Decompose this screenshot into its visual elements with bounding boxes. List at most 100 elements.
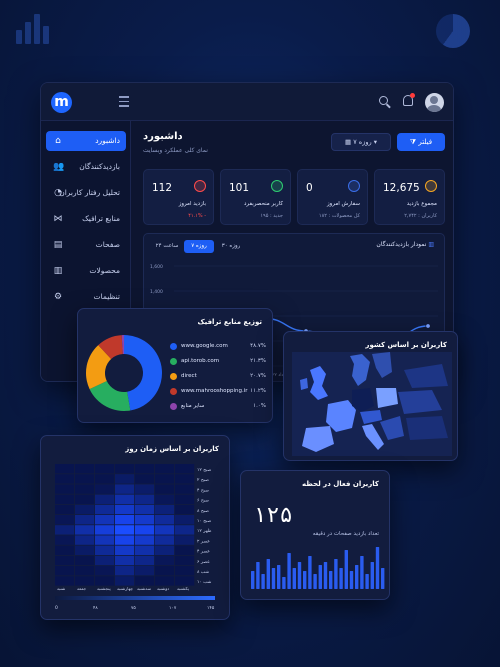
heat-cell <box>95 555 115 566</box>
background-bar-chart-icon <box>16 14 49 44</box>
heat-cell <box>95 545 115 555</box>
heat-cell <box>115 535 135 545</box>
sidebar-item-label: داشبورد <box>95 136 120 145</box>
range-tab-2[interactable]: ۷ روزه <box>184 240 214 253</box>
stat-label: کاربر منحصربفرد <box>243 201 283 207</box>
heat-cell <box>175 504 195 515</box>
heat-cell <box>155 464 175 474</box>
logo[interactable]: m <box>51 92 72 113</box>
country-map-title: کاربران بر اساس کشور <box>365 341 447 349</box>
heat-cell <box>155 525 175 535</box>
activity-bar <box>381 568 385 589</box>
stat-icon <box>194 180 206 192</box>
sidebar-item-6[interactable]: ▥ محصولات <box>46 261 126 281</box>
heat-row-label: ۲ صبح <box>197 478 209 483</box>
activity-bar <box>323 562 328 589</box>
time-heatmap: ۱۲ صبح ۲ صبح ۴ صبح ۶ صبح ۸ صبح ۱۰ صبح ۱۲ ظهر ۲ … <box>55 464 215 611</box>
heat-cell <box>55 494 75 504</box>
sidebar-item-5[interactable]: ▤ صفحات <box>46 235 126 255</box>
heat-cell <box>175 535 195 545</box>
legend-percent: ۱۱.۲% <box>250 388 266 394</box>
sidebar-item-label: تحلیل رفتار کاربران <box>59 188 120 197</box>
heat-cell <box>55 484 75 494</box>
heat-scale-label: ۱۴۵ <box>207 606 215 611</box>
heat-row-label: ۲ عصر <box>197 539 210 544</box>
activity-bar <box>334 559 338 589</box>
heat-cell <box>75 555 95 566</box>
heat-cell <box>135 515 155 525</box>
top-bar: m <box>41 83 453 121</box>
activity-bar <box>251 571 255 589</box>
sidebar-item-3[interactable]: ◔ تحلیل رفتار کاربران <box>46 183 126 203</box>
sidebar-item-7[interactable]: ⚙ تنظیمات <box>46 287 126 307</box>
heat-cell <box>55 535 75 545</box>
heat-cell <box>95 576 115 586</box>
heat-cell <box>95 525 115 535</box>
y-tick-label: 1,400 <box>150 289 163 295</box>
sidebar-item-2[interactable]: 👥 بازدیدکنندگان <box>46 157 126 177</box>
filter-button[interactable]: ⧩ فیلتر <box>397 133 445 151</box>
activity-bar <box>318 565 322 589</box>
traffic-legend-item: سایر منابع ۱.۰% <box>170 401 266 413</box>
heat-cell <box>135 474 155 484</box>
heat-cell <box>155 535 175 545</box>
heat-cell <box>135 525 155 535</box>
legend-name: www.mahrooshopping.ir <box>181 388 248 394</box>
time-of-day-heatmap-card: کاربران بر اساس زمان روز ۱۲ صبح ۲ صبح ۴ صب… <box>40 435 230 620</box>
stat-value: 101 <box>229 182 250 194</box>
activity-bar <box>277 565 281 589</box>
avatar[interactable] <box>425 93 444 112</box>
heat-cell <box>55 566 75 576</box>
stat-label: بازدید امروز <box>178 201 206 207</box>
heat-cell <box>115 566 135 576</box>
stat-label: مجموع بازدید <box>406 201 437 207</box>
heat-scale-label: ۱۰۷ <box>169 606 177 611</box>
sidebar-item-label: صفحات <box>95 240 120 249</box>
heat-cell <box>75 545 95 555</box>
activity-bar <box>329 571 333 589</box>
today-visits-card: 112 بازدید امروز ۴۱.۱% - <box>143 169 214 225</box>
activity-bar <box>297 562 302 589</box>
heat-scale-label: ۷۵ <box>131 606 136 611</box>
heat-cell <box>115 576 135 586</box>
heat-cell <box>155 515 175 525</box>
file-icon: ▤ <box>53 240 63 250</box>
search-icon[interactable] <box>379 96 388 105</box>
heat-cell <box>135 555 155 566</box>
heat-cell <box>95 464 115 474</box>
range-tab-3[interactable]: ۳۰ روزه <box>216 240 246 253</box>
activity-bar <box>370 562 374 589</box>
sidebar-item-label: محصولات <box>89 266 120 275</box>
heat-cell <box>155 545 175 555</box>
heat-cell <box>95 484 115 494</box>
heat-cell <box>175 525 195 535</box>
sidebar-item-label: منابع ترافیک <box>82 214 120 223</box>
traffic-donut-chart <box>86 335 162 411</box>
filter-label: فیلتر <box>418 138 433 146</box>
activity-bar <box>266 559 270 589</box>
activity-bar <box>282 577 286 589</box>
heat-cell <box>115 545 135 555</box>
date-range-button[interactable]: ▦ ۷ روزه ▾ <box>331 133 391 151</box>
legend-percent: ۲۰.۷% <box>250 373 266 379</box>
heat-col-label: جمعه <box>77 586 87 591</box>
legend-swatch <box>170 373 177 380</box>
box-icon: ▥ <box>53 266 63 276</box>
stat-label: سفارش امروز <box>326 201 360 207</box>
sidebar-item-1[interactable]: ⌂ داشبورد <box>46 131 126 151</box>
traffic-sources-title: توزیع منابع ترافیک <box>197 318 262 326</box>
menu-toggle-icon[interactable] <box>119 96 129 110</box>
heat-cell <box>55 545 75 555</box>
sidebar-item-4[interactable]: ⋈ منابع ترافیک <box>46 209 126 229</box>
heat-cell <box>175 515 195 525</box>
heat-cell <box>95 504 115 515</box>
heat-cell <box>75 525 95 535</box>
heat-cell <box>115 484 135 494</box>
range-tab-1[interactable]: ۲۴ ساعت <box>152 240 182 253</box>
visits-chart-title: نمودار بازدیدکنندگان ▥ <box>376 241 434 248</box>
heat-cell <box>75 515 95 525</box>
traffic-legend-item: api.torob.com ۲۱.۳% <box>170 356 266 368</box>
legend-name: سایر منابع <box>181 403 205 409</box>
heat-cell <box>75 474 95 484</box>
heat-scale-bar <box>55 596 215 600</box>
